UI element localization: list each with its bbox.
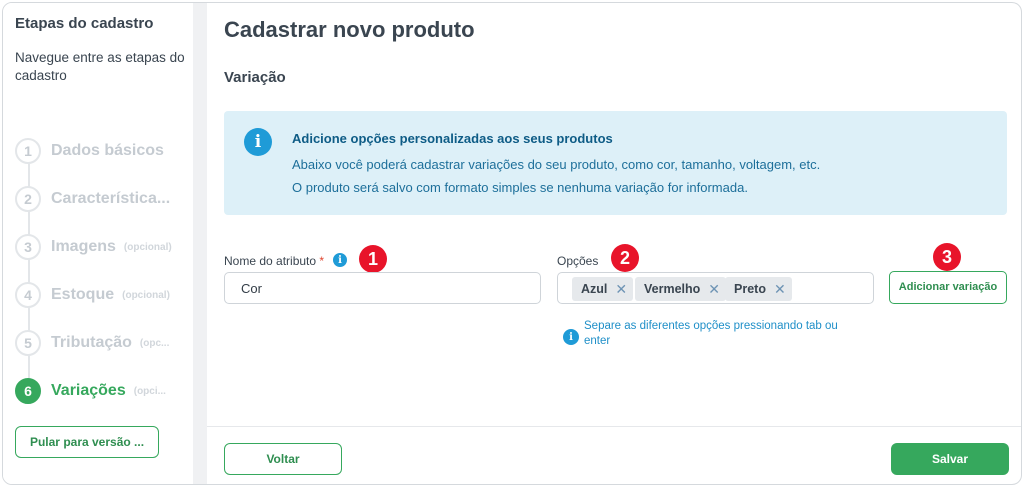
chip-label: Vermelho — [644, 282, 701, 296]
hint-info-icon: i — [563, 329, 579, 345]
remove-chip-icon[interactable]: ✕ — [708, 281, 720, 298]
steps-sidebar: Etapas do cadastro Navegue entre as etap… — [3, 3, 193, 484]
options-hint: Separe as diferentes opções pressionando… — [584, 320, 838, 347]
sidebar-description: Navegue entre as etapas do cadastro — [15, 50, 185, 83]
back-button[interactable]: Voltar — [224, 443, 342, 475]
step-label: Tributação — [51, 334, 132, 351]
step-imagens[interactable]: 3 Imagens (opcional) — [15, 234, 172, 260]
options-label: Opções — [557, 254, 599, 268]
option-chip: Vermelho ✕ — [635, 277, 727, 301]
step-number: 2 — [15, 186, 41, 212]
step-variacoes[interactable]: 6 Variações (opci... — [15, 378, 166, 404]
step-optional-tag: (opci... — [133, 385, 166, 397]
remove-chip-icon[interactable]: ✕ — [615, 281, 627, 298]
step-optional-tag: (opcional) — [122, 289, 170, 301]
annotation-badge-3: 3 — [933, 243, 961, 271]
annotation-badge-1: 1 — [359, 245, 387, 273]
step-label: Característica... — [51, 190, 171, 207]
step-caracteristicas[interactable]: 2 Característica... — [15, 186, 170, 212]
footer-divider — [207, 426, 1021, 427]
option-chip: Preto ✕ — [725, 277, 792, 301]
chip-label: Azul — [581, 282, 608, 296]
page-title: Cadastrar novo produto — [224, 17, 475, 42]
info-title: Adicione opções personalizadas aos seus … — [292, 131, 613, 146]
section-title: Variação — [224, 69, 286, 86]
step-estoque[interactable]: 4 Estoque (opcional) — [15, 282, 170, 308]
remove-chip-icon[interactable]: ✕ — [774, 281, 786, 298]
option-chip: Azul ✕ — [572, 277, 634, 301]
annotation-badge-2: 2 — [611, 244, 639, 272]
attribute-info-icon[interactable]: i — [333, 253, 347, 267]
info-box: i Adicione opções personalizadas aos seu… — [224, 111, 1007, 215]
main-content: Cadastrar novo produto Variação i Adicio… — [207, 3, 1021, 484]
app-frame: Etapas do cadastro Navegue entre as etap… — [2, 2, 1022, 485]
add-variation-button[interactable]: Adicionar variação — [889, 271, 1007, 304]
attribute-name-input[interactable] — [224, 272, 541, 304]
step-number: 4 — [15, 282, 41, 308]
step-number: 5 — [15, 330, 41, 356]
step-tributacao[interactable]: 5 Tributação (opc... — [15, 330, 169, 356]
required-mark: * — [319, 254, 325, 268]
step-number: 6 — [15, 378, 41, 404]
step-number: 3 — [15, 234, 41, 260]
step-label: Variações — [51, 382, 126, 399]
sidebar-title: Etapas do cadastro — [15, 15, 154, 32]
attribute-label: Nome do atributo * — [224, 254, 324, 268]
info-icon: i — [244, 128, 272, 156]
step-optional-tag: (opc... — [139, 337, 170, 349]
save-button[interactable]: Salvar — [891, 443, 1009, 475]
sidebar-divider — [193, 3, 207, 484]
chip-label: Preto — [734, 282, 766, 296]
step-label: Dados básicos — [51, 142, 164, 159]
info-text-line: Abaixo você poderá cadastrar variações d… — [292, 157, 821, 172]
step-optional-tag: (opcional) — [123, 241, 172, 253]
info-text-line: O produto será salvo com formato simples… — [292, 180, 748, 195]
step-label: Estoque — [51, 286, 115, 303]
step-number: 1 — [15, 138, 41, 164]
step-dados-basicos[interactable]: 1 Dados básicos — [15, 138, 164, 164]
attribute-label-text: Nome do atributo — [224, 254, 317, 268]
skip-version-button[interactable]: Pular para versão ... — [15, 426, 159, 458]
step-label: Imagens — [51, 238, 116, 255]
options-input[interactable]: Azul ✕ Vermelho ✕ Preto ✕ — [557, 272, 874, 304]
